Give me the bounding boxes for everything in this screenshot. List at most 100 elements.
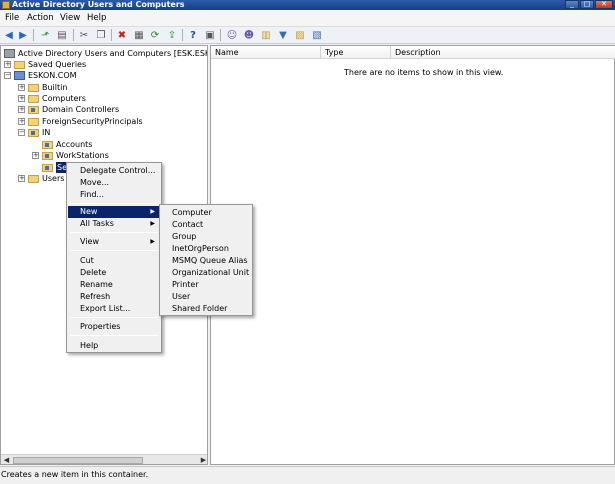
tree-root[interactable]: Active Directory Users and Computers [ES… (4, 48, 207, 59)
submenu-item-user[interactable]: User (161, 291, 251, 303)
up-level-icon[interactable]: ⬏ (38, 28, 52, 42)
folder-icon (28, 174, 39, 183)
menu-item-delete[interactable]: Delete (68, 267, 160, 279)
column-type[interactable]: Type (321, 46, 391, 59)
minimize-button[interactable]: _ (565, 0, 579, 9)
menu-item-find[interactable]: Find... (68, 189, 160, 201)
menu-item-delegate-control[interactable]: Delegate Control... (68, 165, 160, 177)
menu-separator (70, 232, 158, 233)
submenu-item-inetorgperson[interactable]: InetOrgPerson (161, 243, 251, 255)
tree-item-saved-queries[interactable]: + Saved Queries (4, 59, 86, 70)
filter-icon[interactable]: ▼ (276, 28, 290, 42)
menu-file[interactable]: File (5, 13, 19, 23)
menu-item-export-list[interactable]: Export List... (68, 303, 160, 315)
toolbar-separator (33, 29, 34, 41)
submenu-item-contact[interactable]: Contact (161, 219, 251, 231)
menu-item-refresh[interactable]: Refresh (68, 291, 160, 303)
menu-item-all-tasks[interactable]: All Tasks ▶ (68, 218, 160, 230)
tree-item-in[interactable]: − IN (18, 127, 50, 138)
collapse-icon[interactable]: − (4, 72, 11, 79)
collapse-icon[interactable]: − (18, 129, 25, 136)
toolbar: ◀ ▶ ⬏ ▤ ✂ ❐ ✖ ▦ ⟳ ⇪ ? ▣ ☺ ☻ ▥ ▼ ▨ ▧ (0, 27, 615, 44)
menu-item-label: All Tasks (80, 219, 114, 228)
help-icon[interactable]: ? (186, 28, 200, 42)
tree-item-users[interactable]: + Users (18, 173, 64, 184)
tree-item-domain-controllers[interactable]: + Domain Controllers (18, 104, 119, 115)
add-to-group-icon[interactable]: ▧ (310, 28, 324, 42)
submenu-arrow-icon: ▶ (150, 208, 155, 215)
submenu-item-shared-folder[interactable]: Shared Folder (161, 303, 251, 315)
menu-view[interactable]: View (60, 13, 80, 23)
menu-bar: File Action View Help (0, 10, 615, 27)
submenu-item-msmq-queue-alias[interactable]: MSMQ Queue Alias (161, 255, 251, 267)
expand-icon[interactable]: + (18, 84, 25, 91)
app-icon (2, 1, 10, 9)
menu-separator (70, 250, 158, 251)
scroll-left-icon[interactable]: ◀ (2, 456, 11, 464)
tree-item-workstations[interactable]: + WorkStations (32, 150, 109, 161)
properties-icon[interactable]: ▦ (132, 28, 146, 42)
expand-icon[interactable]: + (32, 152, 39, 159)
find-icon[interactable]: ▨ (293, 28, 307, 42)
export-icon[interactable]: ⇪ (165, 28, 179, 42)
new-user-icon[interactable]: ☺ (225, 28, 239, 42)
tree-item-label: Accounts (56, 140, 93, 149)
expand-icon[interactable]: + (18, 175, 25, 182)
menu-item-label: New (80, 207, 98, 216)
tree-item-selected[interactable]: Se (42, 162, 68, 173)
details-pane[interactable]: Name Type Description There are no items… (210, 45, 615, 465)
scroll-thumb[interactable] (13, 457, 143, 464)
context-menu: Delegate Control... Move... Find... New … (66, 162, 162, 353)
menu-help[interactable]: Help (87, 13, 106, 23)
window-title: Active Directory Users and Computers (12, 0, 185, 9)
empty-message: There are no items to show in this view. (344, 68, 504, 77)
menu-item-move[interactable]: Move... (68, 177, 160, 189)
tree-item-label: Builtin (42, 83, 68, 92)
submenu-item-group[interactable]: Group (161, 231, 251, 243)
refresh-icon[interactable]: ⟳ (148, 28, 162, 42)
cut-icon[interactable]: ✂ (77, 28, 91, 42)
menu-item-new[interactable]: New ▶ (68, 206, 160, 218)
menu-item-cut[interactable]: Cut (68, 255, 160, 267)
close-button[interactable]: ✕ (595, 0, 613, 9)
menu-item-view[interactable]: View ▶ (68, 236, 160, 248)
menu-item-rename[interactable]: Rename (68, 279, 160, 291)
horizontal-scrollbar[interactable]: ◀ ▶ (1, 454, 207, 464)
delete-icon[interactable]: ✖ (115, 28, 129, 42)
tree-item-label: ForeignSecurityPrincipals (42, 117, 143, 126)
menu-item-help[interactable]: Help (68, 340, 160, 352)
folder-icon (28, 83, 39, 92)
copy-icon[interactable]: ❐ (94, 28, 108, 42)
tree-item-domain[interactable]: − ESKON.COM (4, 70, 77, 81)
menu-item-properties[interactable]: Properties (68, 321, 160, 333)
toolbar-separator (220, 29, 221, 41)
forward-icon[interactable]: ▶ (16, 28, 30, 42)
tree-item-builtin[interactable]: + Builtin (18, 82, 67, 93)
tree-item-accounts[interactable]: Accounts (42, 139, 92, 150)
expand-icon[interactable]: + (18, 95, 25, 102)
folder-icon (28, 94, 39, 103)
column-name[interactable]: Name (211, 46, 321, 59)
menu-separator (70, 203, 158, 204)
ou-icon (28, 105, 39, 114)
expand-icon[interactable]: + (18, 118, 25, 125)
expand-icon[interactable]: + (4, 61, 11, 68)
submenu-item-organizational-unit[interactable]: Organizational Unit (161, 267, 251, 279)
scroll-right-icon[interactable]: ▶ (199, 456, 207, 464)
submenu-item-computer[interactable]: Computer (161, 207, 251, 219)
maximize-button[interactable]: □ (580, 0, 594, 9)
expand-icon[interactable]: + (18, 106, 25, 113)
tree-item-label: Computers (42, 94, 86, 103)
action-pane-icon[interactable]: ▣ (203, 28, 217, 42)
tree-item-computers[interactable]: + Computers (18, 93, 86, 104)
back-icon[interactable]: ◀ (2, 28, 16, 42)
title-bar: Active Directory Users and Computers _ □… (0, 0, 615, 10)
new-group-icon[interactable]: ☻ (242, 28, 256, 42)
menu-action[interactable]: Action (27, 13, 54, 23)
new-ou-icon[interactable]: ▥ (259, 28, 273, 42)
column-description[interactable]: Description (391, 46, 615, 59)
submenu-item-printer[interactable]: Printer (161, 279, 251, 291)
show-tree-icon[interactable]: ▤ (55, 28, 69, 42)
tree-item-foreign-security[interactable]: + ForeignSecurityPrincipals (18, 116, 143, 127)
tree-root-label: Active Directory Users and Computers [ES… (18, 49, 207, 58)
